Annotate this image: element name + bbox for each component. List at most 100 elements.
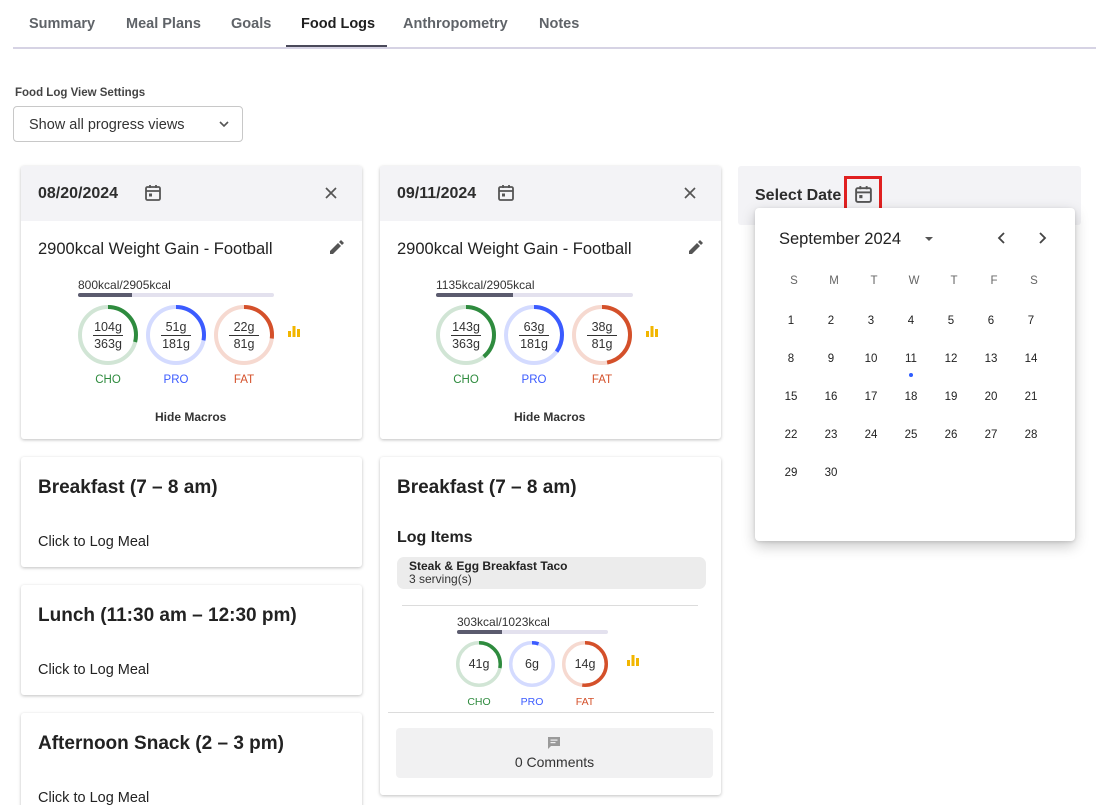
calendar-day[interactable]: 22	[775, 419, 807, 451]
pro-consumed: 63g	[523, 320, 545, 334]
weekday-label: F	[990, 275, 998, 287]
view-settings-select[interactable]: Show all progress views	[13, 106, 243, 142]
calendar-day[interactable]: 13	[975, 343, 1007, 375]
fat-ring: 22g 81g	[214, 305, 274, 365]
calendar-icon[interactable]	[497, 184, 515, 207]
calendar-day[interactable]: 2	[815, 305, 847, 337]
calendar-day[interactable]: 18	[895, 381, 927, 413]
calendar-day[interactable]: 9	[815, 343, 847, 375]
pencil-icon[interactable]	[327, 238, 345, 261]
log-items-heading: Log Items	[397, 529, 473, 546]
fat-target: 81g	[233, 337, 255, 351]
log-meal-link[interactable]: Click to Log Meal	[38, 790, 149, 805]
pro-label: PRO	[163, 374, 189, 386]
calendar-icon[interactable]	[144, 184, 162, 207]
fat-consumed: 22g	[233, 320, 255, 334]
calendar-day[interactable]: 12	[935, 343, 967, 375]
pro-consumed: 51g	[165, 320, 187, 334]
tab-anthropometry[interactable]: Anthropometry	[403, 16, 508, 32]
kcal-progress-bar	[436, 293, 633, 297]
log-item[interactable]: Steak & Egg Breakfast Taco 3 serving(s)	[397, 557, 706, 589]
log-meal-link[interactable]: Click to Log Meal	[38, 662, 149, 678]
cho-label: CHO	[467, 696, 491, 708]
calendar-day[interactable]: 6	[975, 305, 1007, 337]
calendar-day[interactable]: 1	[775, 305, 807, 337]
calendar-day[interactable]: 28	[1015, 419, 1047, 451]
select-date-calendar-button[interactable]	[844, 176, 882, 212]
pro-consumed: 6g	[525, 657, 539, 671]
calendar-day[interactable]: 15	[775, 381, 807, 413]
fat-ring: 14g	[562, 641, 608, 687]
calendar-day[interactable]: 5	[935, 305, 967, 337]
card-header: 08/20/2024	[21, 166, 362, 221]
meal-card-breakfast[interactable]: Breakfast (7 – 8 am) Click to Log Meal	[21, 457, 362, 567]
calendar-day[interactable]: 19	[935, 381, 967, 413]
fat-target: 81g	[591, 337, 613, 351]
calendar-day[interactable]: 14	[1015, 343, 1047, 375]
calendar-day[interactable]: 26	[935, 419, 967, 451]
calendar-day[interactable]: 7	[1015, 305, 1047, 337]
bar-chart-icon[interactable]	[287, 324, 301, 343]
cho-label: CHO	[453, 374, 479, 386]
meal-plan-name: 2900kcal Weight Gain - Football	[38, 240, 273, 258]
kcal-progress-text: 303kcal/1023kcal	[457, 615, 550, 629]
tab-goals[interactable]: Goals	[231, 16, 271, 32]
calendar-day[interactable]: 25	[895, 419, 927, 451]
pro-ring: 63g 181g	[504, 305, 564, 365]
day-summary-card-1: 08/20/2024 2900kcal Weight Gain - Footba…	[21, 166, 362, 439]
weekday-label: M	[829, 275, 839, 287]
weekday-label: W	[908, 275, 920, 287]
calendar-day[interactable]: 20	[975, 381, 1007, 413]
meal-card-lunch[interactable]: Lunch (11:30 am – 12:30 pm) Click to Log…	[21, 585, 362, 695]
meal-title: Lunch (11:30 am – 12:30 pm)	[38, 605, 297, 626]
comments-button[interactable]: 0 Comments	[396, 728, 713, 778]
weekday-label: S	[1030, 275, 1038, 287]
fat-label: FAT	[591, 374, 613, 386]
tab-notes[interactable]: Notes	[539, 16, 579, 32]
fat-consumed: 38g	[591, 320, 613, 334]
hide-macros-button[interactable]: Hide Macros	[155, 410, 226, 424]
calendar-day[interactable]: 16	[815, 381, 847, 413]
chevron-left-icon[interactable]	[994, 230, 1010, 251]
bar-chart-icon[interactable]	[626, 653, 640, 672]
log-date: 09/11/2024	[397, 185, 477, 202]
calendar-day[interactable]: 24	[855, 419, 887, 451]
calendar-day[interactable]: 23	[815, 419, 847, 451]
today-indicator	[909, 373, 913, 377]
calendar-icon	[855, 186, 872, 203]
calendar-day[interactable]: 27	[975, 419, 1007, 451]
calendar-day[interactable]: 30	[815, 457, 847, 489]
hide-macros-button[interactable]: Hide Macros	[514, 410, 585, 424]
meal-title: Afternoon Snack (2 – 3 pm)	[38, 733, 284, 754]
cho-ring: 143g 363g	[436, 305, 496, 365]
kcal-progress-bar	[78, 293, 274, 297]
meal-plan-name: 2900kcal Weight Gain - Football	[397, 240, 632, 258]
chevron-right-icon[interactable]	[1034, 230, 1050, 251]
meal-title: Breakfast (7 – 8 am)	[38, 477, 218, 498]
calendar-day[interactable]: 21	[1015, 381, 1047, 413]
calendar-day[interactable]: 4	[895, 305, 927, 337]
tab-summary[interactable]: Summary	[29, 16, 95, 32]
tab-food-logs[interactable]: Food Logs	[301, 16, 375, 32]
calendar-day[interactable]: 17	[855, 381, 887, 413]
calendar-month-label[interactable]: September 2024	[779, 230, 901, 249]
calendar-day[interactable]: 29	[775, 457, 807, 489]
fat-label: FAT	[233, 374, 255, 386]
meal-card-afternoon-snack[interactable]: Afternoon Snack (2 – 3 pm) Click to Log …	[21, 713, 362, 805]
fat-label: FAT	[575, 696, 595, 708]
date-picker-popup: September 2024 S M T W T F S 1 2 3 4 5 6 7 8 9 10 11 12 13 1…	[755, 208, 1075, 541]
calendar-day[interactable]: 3	[855, 305, 887, 337]
calendar-day[interactable]: 10	[855, 343, 887, 375]
bar-chart-icon[interactable]	[645, 324, 659, 343]
calendar-day[interactable]: 11	[895, 343, 927, 375]
log-meal-link[interactable]: Click to Log Meal	[38, 534, 149, 550]
caret-down-icon[interactable]	[923, 232, 935, 250]
calendar-day[interactable]: 8	[775, 343, 807, 375]
log-item-servings: 3 serving(s)	[409, 572, 472, 586]
active-tab-indicator	[286, 45, 387, 47]
close-icon[interactable]	[683, 186, 697, 205]
cho-target: 363g	[452, 337, 480, 351]
pencil-icon[interactable]	[686, 238, 704, 261]
tab-meal-plans[interactable]: Meal Plans	[126, 16, 201, 32]
close-icon[interactable]	[324, 186, 338, 205]
